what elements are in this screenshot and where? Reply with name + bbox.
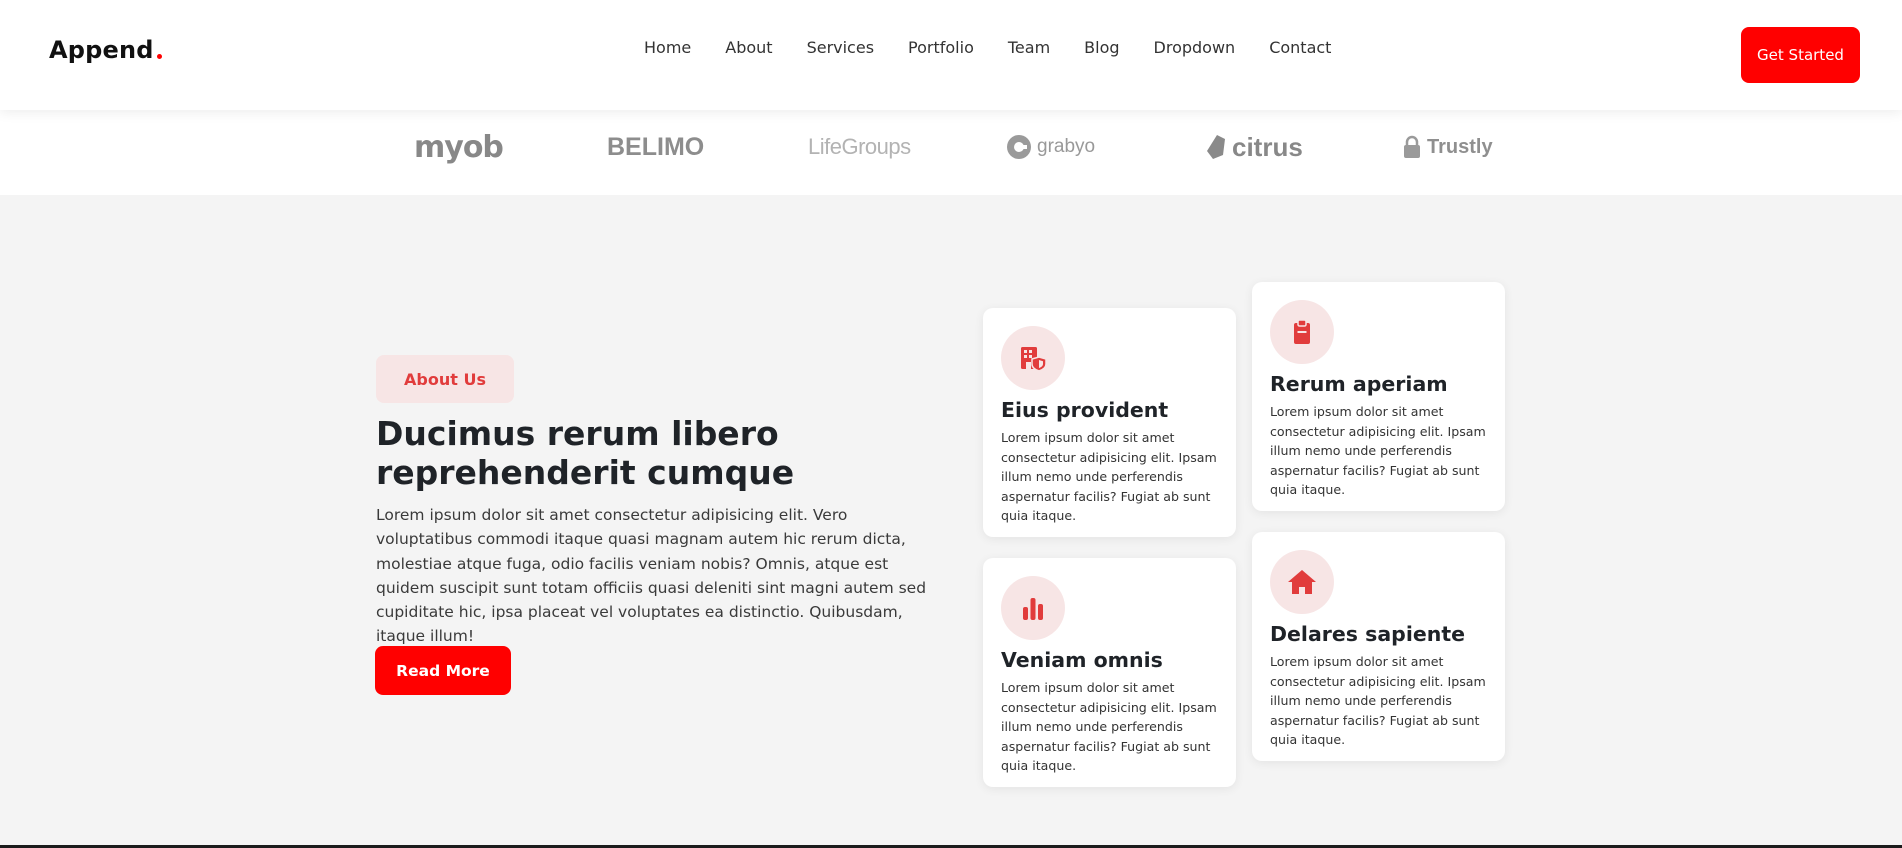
grabyo-mark-icon bbox=[1007, 135, 1031, 159]
client-logo-trustly-text: Trustly bbox=[1427, 135, 1493, 158]
nav-team[interactable]: Team bbox=[1008, 38, 1050, 57]
nav-home[interactable]: Home bbox=[644, 38, 691, 57]
feature-icon-wrap bbox=[1270, 550, 1334, 614]
building-shield-icon bbox=[1021, 347, 1047, 372]
main-nav: Home About Services Portfolio Team Blog … bbox=[644, 38, 1365, 57]
client-logo-lifegroups: LifeGroups bbox=[808, 122, 911, 172]
client-logo-grabyo-text: grabyo bbox=[1037, 136, 1096, 157]
nav-about[interactable]: About bbox=[725, 38, 772, 57]
nav-contact[interactable]: Contact bbox=[1269, 38, 1331, 57]
clients-strip: myob BELIMO LifeGroups grabyo citrus Tru… bbox=[0, 110, 1902, 195]
brand-logo[interactable]: Append bbox=[49, 36, 162, 64]
site-header: Append Home About Services Portfolio Tea… bbox=[0, 0, 1902, 110]
read-more-button[interactable]: Read More bbox=[375, 646, 511, 695]
client-logo-citrus: citrus bbox=[1205, 122, 1303, 172]
nav-dropdown[interactable]: Dropdown bbox=[1154, 38, 1236, 57]
about-text: Lorem ipsum dolor sit amet consectetur a… bbox=[376, 506, 927, 646]
feature-text: Lorem ipsum dolor sit amet consectetur a… bbox=[1270, 404, 1486, 497]
client-logo-lifegroups-text: LifeGroups bbox=[808, 134, 911, 159]
client-logo-belimo-text: BELIMO bbox=[607, 132, 705, 161]
nav-blog[interactable]: Blog bbox=[1084, 38, 1119, 57]
client-logo-grabyo: grabyo bbox=[1006, 122, 1095, 172]
bar-chart-icon bbox=[1023, 598, 1043, 620]
client-logo-myob: myob bbox=[414, 122, 504, 172]
nav-portfolio[interactable]: Portfolio bbox=[908, 38, 974, 57]
lock-icon bbox=[1404, 135, 1420, 158]
client-logo-trustly: Trustly bbox=[1402, 122, 1493, 172]
feature-icon-wrap bbox=[1001, 326, 1065, 390]
client-logo-belimo: BELIMO bbox=[607, 122, 704, 172]
about-title: Ducimus rerum libero reprehenderit cumqu… bbox=[376, 414, 795, 492]
feature-icon-wrap bbox=[1001, 576, 1065, 640]
house-icon bbox=[1288, 570, 1316, 594]
feature-card-rerum-aperiam: Rerum aperiam Lorem ipsum dolor sit amet… bbox=[1252, 282, 1505, 511]
feature-text: Lorem ipsum dolor sit amet consectetur a… bbox=[1001, 680, 1217, 773]
brand-dot bbox=[156, 54, 162, 59]
client-logo-citrus-text: citrus bbox=[1232, 131, 1303, 162]
feature-card-eius-provident: Eius provident Lorem ipsum dolor sit ame… bbox=[983, 308, 1236, 537]
clipboard-icon bbox=[1294, 319, 1310, 344]
feature-card-veniam-omnis: Veniam omnis Lorem ipsum dolor sit amet … bbox=[983, 558, 1236, 787]
feature-title: Delares sapiente bbox=[1270, 622, 1466, 646]
nav-services[interactable]: Services bbox=[807, 38, 874, 57]
citrus-mark-icon bbox=[1207, 135, 1225, 159]
brand-name[interactable]: Append bbox=[49, 36, 154, 64]
get-started-button[interactable]: Get Started bbox=[1741, 27, 1860, 83]
client-logo-myob-text: myob bbox=[414, 129, 504, 165]
feature-title: Veniam omnis bbox=[1001, 648, 1163, 672]
feature-text: Lorem ipsum dolor sit amet consectetur a… bbox=[1270, 654, 1486, 747]
feature-title: Rerum aperiam bbox=[1270, 372, 1448, 396]
feature-card-delares-sapiente: Delares sapiente Lorem ipsum dolor sit a… bbox=[1252, 532, 1505, 761]
about-badge: About Us bbox=[376, 355, 514, 403]
feature-text: Lorem ipsum dolor sit amet consectetur a… bbox=[1001, 430, 1217, 523]
feature-title: Eius provident bbox=[1001, 398, 1169, 422]
feature-icon-wrap bbox=[1270, 300, 1334, 364]
